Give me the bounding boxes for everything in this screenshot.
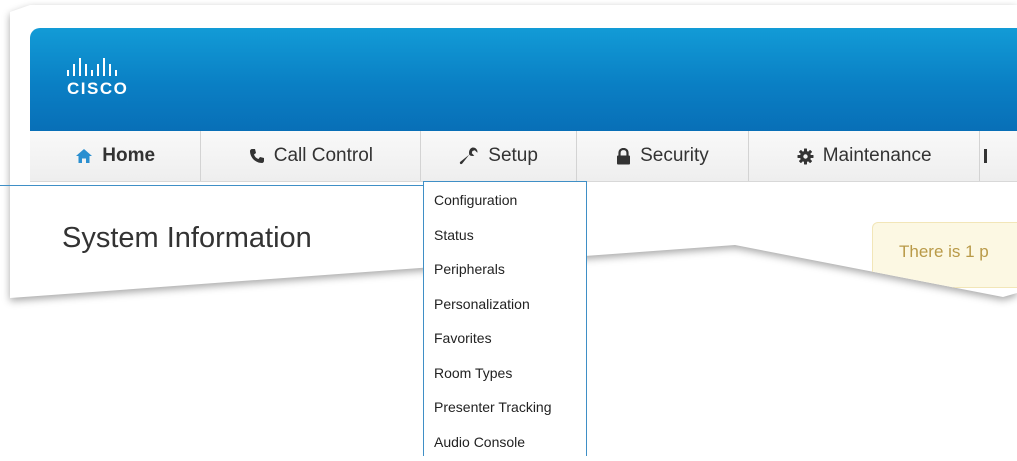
tab-home-label: Home [102,145,155,167]
menu-item-favorites[interactable]: Favorites [424,323,586,358]
cisco-logo[interactable]: CISCO [67,58,128,99]
alert-text: There is 1 p [899,242,989,262]
menu-item-status[interactable]: Status [424,220,586,255]
tab-maintenance-label: Maintenance [823,145,932,167]
main-navbar: Home Call Control Setup [30,131,1017,182]
screenshot-page: CISCO Home Call Control [0,0,1017,454]
menu-item-peripherals[interactable]: Peripherals [424,254,586,289]
setup-dropdown-menu: Configuration Status Peripherals Persona… [423,181,587,456]
tab-setup[interactable]: Setup [421,131,576,181]
callout-line [0,185,423,186]
logo-wordmark: CISCO [67,79,128,99]
home-icon [75,148,93,164]
tab-overflow[interactable] [980,131,1017,181]
tab-home[interactable]: Home [30,131,201,181]
wrench-icon [459,146,479,166]
gear-icon [797,148,814,165]
tab-security[interactable]: Security [577,131,749,181]
cisco-bars-icon [67,58,128,76]
tab-call-control-label: Call Control [274,145,373,167]
tab-call-control[interactable]: Call Control [201,131,421,181]
tab-maintenance[interactable]: Maintenance [749,131,980,181]
page-title: System Information [62,222,312,255]
header-banner: CISCO [30,28,1017,131]
tab-setup-label: Setup [488,145,538,167]
truncated-icon [984,149,987,163]
menu-item-personalization[interactable]: Personalization [424,289,586,324]
tab-security-label: Security [640,145,709,167]
menu-item-presenter-tracking[interactable]: Presenter Tracking [424,392,586,427]
phone-icon [249,148,265,164]
menu-item-room-types[interactable]: Room Types [424,358,586,393]
lock-icon [616,148,631,165]
menu-item-configuration[interactable]: Configuration [424,185,586,220]
alert-box: There is 1 p [872,222,1017,288]
menu-item-audio-console[interactable]: Audio Console [424,427,586,461]
